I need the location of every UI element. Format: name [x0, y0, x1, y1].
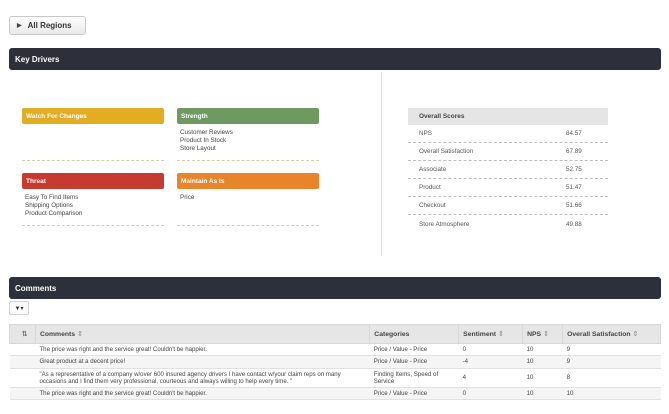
category-cell: Price / Value - Price	[369, 387, 459, 401]
score-value: 49.88	[566, 220, 582, 228]
comment-cell: The price was right and the service grea…	[35, 387, 370, 401]
score-label: Product	[419, 184, 441, 191]
driver-item: Price	[180, 194, 195, 201]
overall-scores-table: Overall Scores NPS 84.57 Overall Satisfact…	[408, 108, 608, 233]
score-value: 51.66	[566, 202, 582, 209]
triangle-right-icon: ▶	[17, 23, 22, 29]
comments-header: Comments	[9, 277, 661, 299]
column-header-sentiment[interactable]: Sentiment ⇕	[458, 324, 524, 344]
divider	[22, 225, 164, 226]
sentiment-cell: 0	[458, 387, 523, 401]
quadrant-threat: Threat Easy To Find Items Shipping Option…	[22, 173, 164, 226]
quadrant-watch-for-changes: Watch For Changes	[22, 108, 164, 161]
row-select-cell	[9, 387, 36, 401]
row-select-cell	[9, 343, 36, 357]
score-label: NPS	[419, 130, 432, 137]
score-row: Store Atmosphere 49.88	[408, 215, 608, 233]
satisfaction-cell: 10	[562, 387, 661, 401]
key-drivers-title: Key Drivers	[15, 54, 60, 64]
divider	[177, 160, 319, 161]
quadrant-maintain-list: Price	[177, 194, 319, 202]
score-row: Associate 52.75	[408, 161, 608, 179]
filter-icon: ▼▾	[14, 305, 24, 312]
column-header-nps[interactable]: NPS ⇕	[522, 324, 564, 344]
row-select-cell	[9, 355, 36, 369]
driver-item: Shipping Options	[25, 202, 73, 209]
score-value: 51.47	[566, 184, 582, 191]
quadrant-strength: Strength Customer Reviews Product In Stoc…	[177, 108, 319, 161]
driver-item: Store Layout	[180, 145, 216, 152]
score-row: Checkout 51.66	[408, 197, 608, 215]
divider	[177, 225, 319, 226]
column-header-categories[interactable]: Categories	[369, 324, 460, 344]
comment-cell: The price was right and the service grea…	[35, 343, 370, 357]
score-label: Checkout	[419, 202, 446, 209]
quadrant-watch-label: Watch For Changes	[26, 112, 87, 120]
table-row[interactable]: The price was right and the service grea…	[9, 343, 661, 357]
quadrant-threat-header: Threat	[22, 173, 164, 189]
quadrant-strength-list: Customer Reviews Product In Stock Store La…	[177, 129, 319, 153]
score-row: NPS 84.57	[408, 125, 608, 143]
score-value: 84.57	[566, 130, 582, 137]
panel-divider	[381, 72, 382, 256]
score-row: Overall Satisfaction 67.89	[408, 143, 608, 161]
comments-table: ⇅ Comments ⇕ Categories Sentiment ⇕ NPS ⇕ O…	[9, 324, 661, 401]
comment-cell: Great product at a decent price!	[35, 355, 370, 369]
category-cell: Price / Value - Price	[369, 355, 459, 369]
score-label: Overall Satisfaction	[419, 148, 474, 155]
satisfaction-cell: 8	[562, 368, 661, 389]
nps-cell: 10	[522, 387, 563, 401]
driver-item: Easy To Find Items	[25, 194, 79, 201]
sentiment-cell: 0	[458, 343, 523, 357]
quadrant-threat-label: Threat	[26, 177, 46, 185]
comment-cell: "As a representative of a company w/over…	[35, 368, 370, 389]
overall-scores-header: Overall Scores	[408, 108, 608, 125]
row-select-header[interactable]: ⇅	[9, 324, 36, 344]
driver-item: Customer Reviews	[180, 129, 233, 136]
driver-item: Product In Stock	[180, 137, 227, 144]
table-row[interactable]: The price was right and the service grea…	[9, 387, 661, 401]
column-header-comments[interactable]: Comments ⇕	[34, 324, 371, 344]
score-row: Product 51.47	[408, 179, 608, 197]
quadrant-watch-header: Watch For Changes	[22, 108, 164, 124]
filter-dropdown-button[interactable]: ▼▾	[9, 301, 29, 315]
quadrant-maintain-label: Maintain As Is	[181, 177, 225, 185]
score-value: 52.75	[566, 166, 582, 173]
row-select-cell	[9, 368, 36, 389]
overall-scores-title: Overall Scores	[419, 113, 465, 120]
quadrant-maintain-as-is: Maintain As Is Price	[177, 173, 319, 226]
column-header-overall-satisfaction[interactable]: Overall Satisfaction ⇕	[562, 324, 661, 344]
quadrant-threat-list: Easy To Find Items Shipping Options Produc…	[22, 194, 164, 218]
all-regions-button[interactable]: ▶ All Regions	[9, 16, 86, 35]
driver-item: Product Comparison	[25, 210, 83, 217]
category-cell: Finding Items, Speed of Service	[369, 368, 459, 389]
table-row[interactable]: "As a representative of a company w/over…	[9, 368, 661, 389]
nps-cell: 10	[522, 368, 563, 389]
satisfaction-cell: 9	[562, 355, 661, 369]
quadrant-maintain-header: Maintain As Is	[177, 173, 319, 189]
comments-title: Comments	[15, 283, 57, 293]
quadrant-strength-label: Strength	[181, 112, 208, 120]
all-regions-label: All Regions	[27, 21, 72, 30]
satisfaction-cell: 9	[562, 343, 661, 357]
score-label: Associate	[419, 166, 447, 173]
table-row[interactable]: Great product at a decent price! Price / …	[9, 355, 661, 369]
quadrant-strength-header: Strength	[177, 108, 319, 124]
category-cell: Price / Value - Price	[369, 343, 459, 357]
key-drivers-header: Key Drivers	[9, 48, 661, 70]
score-label: Store Atmosphere	[419, 220, 470, 228]
nps-cell: 10	[522, 343, 563, 357]
sentiment-cell: 4	[458, 368, 523, 389]
table-header-row: ⇅ Comments ⇕ Categories Sentiment ⇕ NPS ⇕ O…	[9, 324, 661, 344]
score-value: 67.89	[566, 148, 582, 155]
divider	[22, 160, 164, 161]
nps-cell: 10	[522, 355, 563, 369]
sentiment-cell: -4	[458, 355, 523, 369]
